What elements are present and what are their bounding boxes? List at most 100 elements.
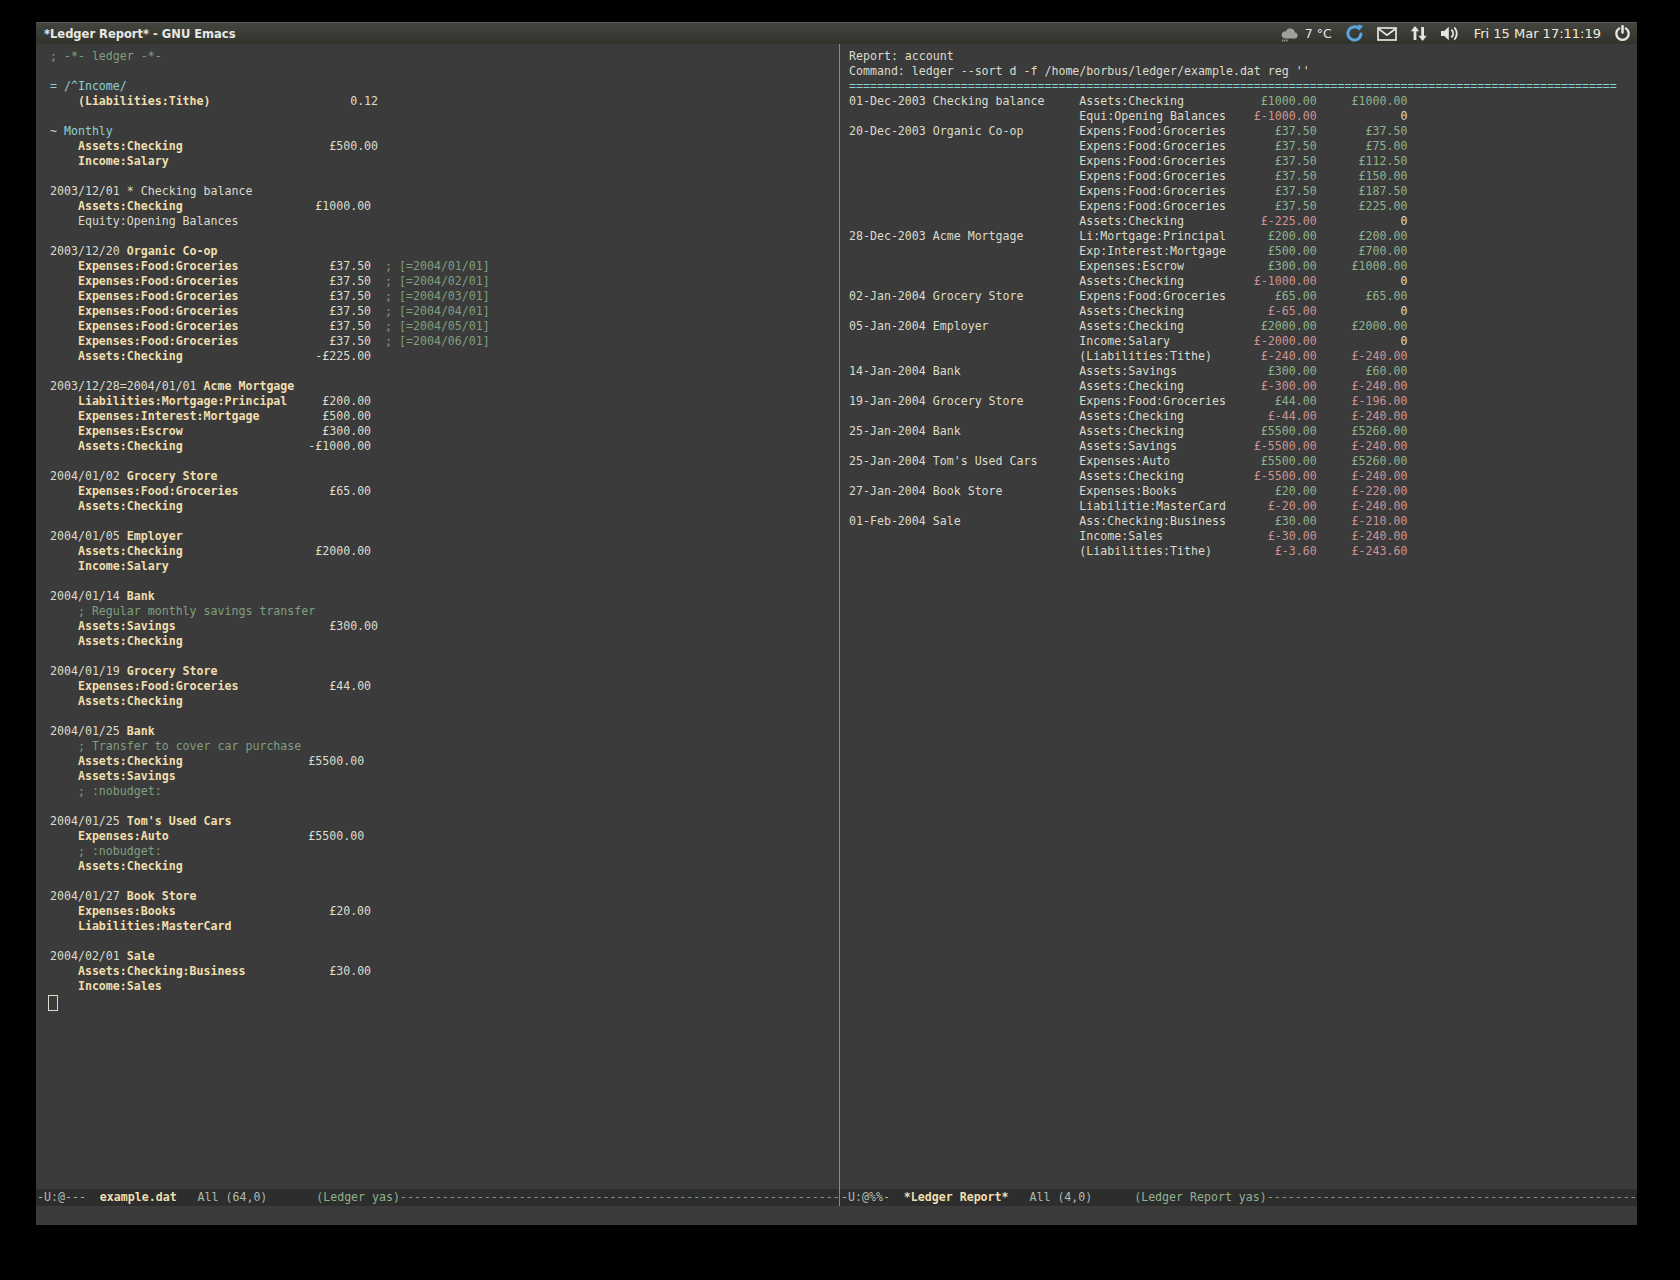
report-row: Liabilitie:MasterCard £-20.00 £-240.00 [849,499,1617,514]
report-row: Expens:Food:Groceries £37.50 £150.00 [849,169,1617,184]
report-row: Assets:Checking £-300.00 £-240.00 [849,379,1617,394]
ledger-file-line: Expenses:Food:Groceries £37.50 ; [=2004/… [50,319,490,334]
clock-label: Fri 15 Mar 17:11:19 [1474,26,1601,41]
titlebar[interactable]: *Ledger Report* - GNU Emacs 7 °C Fri 15 … [36,22,1637,44]
ledger-file-line: Assets:Checking:Business £30.00 [50,964,490,979]
network-arrows-icon[interactable] [1410,26,1427,41]
ledger-file-line [50,454,490,469]
ledger-file-line: Assets:Checking £2000.00 [50,544,490,559]
ledger-file-line: Expenses:Food:Groceries £37.50 ; [=2004/… [50,259,490,274]
ledger-file-line: Assets:Checking £5500.00 [50,754,490,769]
ledger-file-line: Expenses:Food:Groceries £37.50 ; [=2004/… [50,289,490,304]
modeline-right: -U:@%%- *Ledger Report* All (4,0) (Ledge… [840,1189,1637,1206]
ledger-file-line: 2004/02/01 Sale [50,949,490,964]
volume-icon[interactable] [1440,26,1461,41]
ledger-file-line: Liabilities:Mortgage:Principal £200.00 [50,394,490,409]
ledger-file-line [50,109,490,124]
ledger-file-line [50,649,490,664]
report-row: Income:Salary £-2000.00 0 [849,334,1617,349]
report-row: Equi:Opening Balances £-1000.00 0 [849,109,1617,124]
echo-area[interactable] [36,1206,1637,1225]
ledger-file-line: Income:Salary [50,559,490,574]
ledger-file-line: ; -*- ledger -*- [50,49,490,64]
report-row: Expenses:Escrow £300.00 £1000.00 [849,259,1617,274]
temperature-label: 7 °C [1305,26,1332,41]
weather-cloud-rain-icon[interactable] [1280,26,1299,42]
report-row: 27-Jan-2004 Book Store Expenses:Books £2… [849,484,1617,499]
ledger-file-line: Assets:Checking -£225.00 [50,349,490,364]
ledger-file-line: Assets:Savings £300.00 [50,619,490,634]
report-row: 19-Jan-2004 Grocery Store Expens:Food:Gr… [849,394,1617,409]
report-row: (Liabilities:Tithe) £-3.60 £-243.60 [849,544,1617,559]
ledger-file-line: Assets:Savings [50,769,490,784]
ledger-file-line: (Liabilities:Tithe) 0.12 [50,94,490,109]
refresh-icon[interactable] [1345,24,1364,43]
ledger-file-line: Assets:Checking [50,499,490,514]
ledger-file-window[interactable]: ; -*- ledger -*- = /^Income/ (Liabilities… [36,44,839,1189]
report-row: Assets:Checking £-5500.00 £-240.00 [849,469,1617,484]
report-row: Assets:Checking £-1000.00 0 [849,274,1617,289]
ledger-file-line: ; Regular monthly savings transfer [50,604,490,619]
report-row: 20-Dec-2003 Organic Co-op Expens:Food:Gr… [849,124,1617,139]
report-row: 02-Jan-2004 Grocery Store Expens:Food:Gr… [849,289,1617,304]
ledger-file-line: Assets:Checking [50,859,490,874]
report-row: 25-Jan-2004 Tom's Used Cars Expenses:Aut… [849,454,1617,469]
ledger-report-buffer-text: Report: accountCommand: ledger --sort d … [849,49,1617,559]
report-row: 05-Jan-2004 Employer Assets:Checking £20… [849,319,1617,334]
report-row: Expens:Food:Groceries £37.50 £112.50 [849,154,1617,169]
ledger-file-line: ; Transfer to cover car purchase [50,739,490,754]
ledger-file-line: Equity:Opening Balances [50,214,490,229]
ledger-file-line: 2004/01/27 Book Store [50,889,490,904]
report-row: Assets:Checking £-65.00 0 [849,304,1617,319]
report-row: 01-Dec-2003 Checking balance Assets:Chec… [849,94,1617,109]
report-row: (Liabilities:Tithe) £-240.00 £-240.00 [849,349,1617,364]
ledger-report-window[interactable]: Report: accountCommand: ledger --sort d … [840,44,1637,1189]
report-row: Expens:Food:Groceries £37.50 £187.50 [849,184,1617,199]
ledger-file-line [50,799,490,814]
report-command-line: Command: ledger --sort d -f /home/borbus… [849,64,1617,79]
ledger-file-line [50,364,490,379]
ledger-file-line: Assets:Checking [50,694,490,709]
ledger-file-line: = /^Income/ [50,79,490,94]
ledger-file-line [50,229,490,244]
ledger-file-line: 2003/12/01 * Checking balance [50,184,490,199]
ledger-file-line: Expenses:Food:Groceries £37.50 ; [=2004/… [50,274,490,289]
ledger-file-line: 2004/01/19 Grocery Store [50,664,490,679]
report-row: 28-Dec-2003 Acme Mortgage Li:Mortgage:Pr… [849,229,1617,244]
ledger-file-line: Expenses:Food:Groceries £65.00 [50,484,490,499]
ledger-file-line: 2003/12/28=2004/01/01 Acme Mortgage [50,379,490,394]
report-row: Exp:Interest:Mortgage £500.00 £700.00 [849,244,1617,259]
ledger-file-line: 2004/01/02 Grocery Store [50,469,490,484]
ledger-file-line: Expenses:Auto £5500.00 [50,829,490,844]
ledger-file-line: ~ Monthly [50,124,490,139]
ledger-file-line: Income:Salary [50,154,490,169]
ledger-file-line [50,709,490,724]
ledger-file-line: 2004/01/25 Tom's Used Cars [50,814,490,829]
ledger-file-line: ; :nobudget: [50,844,490,859]
ledger-file-line: Expenses:Food:Groceries £37.50 ; [=2004/… [50,334,490,349]
report-row: Assets:Checking £-44.00 £-240.00 [849,409,1617,424]
ledger-file-line [50,874,490,889]
ledger-file-line: Expenses:Food:Groceries £44.00 [50,679,490,694]
report-separator-line: ========================================… [849,79,1617,94]
power-icon[interactable] [1614,25,1631,42]
ledger-file-line [50,169,490,184]
report-row: Expens:Food:Groceries £37.50 £75.00 [849,139,1617,154]
report-row: 25-Jan-2004 Bank Assets:Checking £5500.0… [849,424,1617,439]
modeline-left-text: -U:@--- example.dat All (64,0) (Ledger y… [37,1189,839,1204]
ledger-file-line: 2003/12/20 Organic Co-op [50,244,490,259]
ledger-file-line: 2004/01/05 Employer [50,529,490,544]
modeline-left: -U:@--- example.dat All (64,0) (Ledger y… [36,1189,839,1206]
system-tray: 7 °C Fri 15 Mar 17:11:19 [1280,24,1631,43]
ledger-file-line [50,934,490,949]
ledger-file-line: Expenses:Books £20.00 [50,904,490,919]
report-row: Assets:Checking £-225.00 0 [849,214,1617,229]
mail-icon[interactable] [1377,27,1397,41]
ledger-file-line: Expenses:Food:Groceries £37.50 ; [=2004/… [50,304,490,319]
ledger-file-line: Income:Sales [50,979,490,994]
ledger-file-line: ; :nobudget: [50,784,490,799]
report-header-line: Report: account [849,49,1617,64]
ledger-file-line: 2004/01/25 Bank [50,724,490,739]
ledger-file-line: Assets:Checking [50,634,490,649]
ledger-file-buffer-text: ; -*- ledger -*- = /^Income/ (Liabilities… [50,49,490,1009]
